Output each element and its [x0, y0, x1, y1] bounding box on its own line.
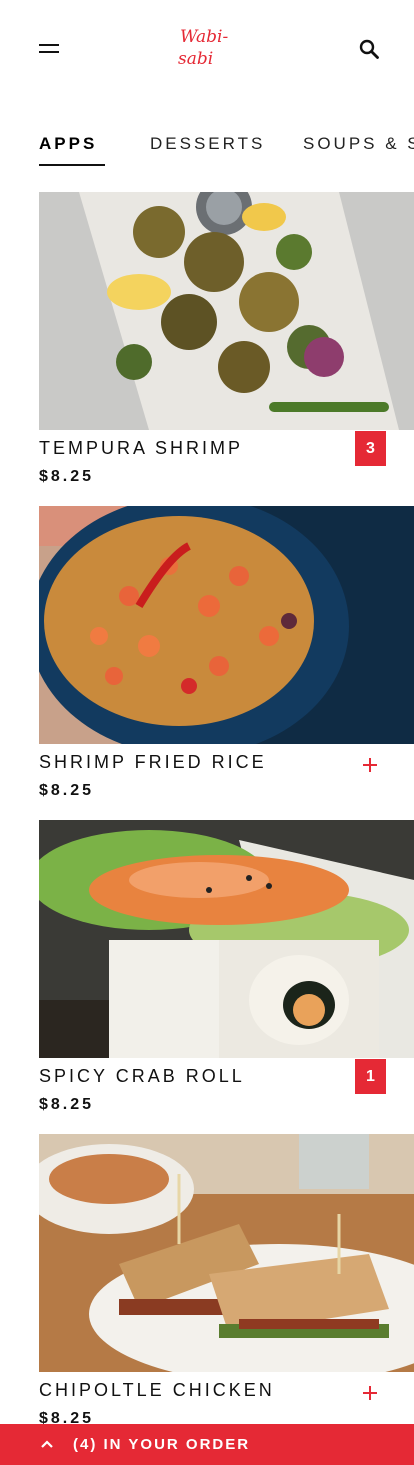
- item-price: $8.25: [39, 1096, 95, 1113]
- menu-item[interactable]: SPICY CRAB ROLL $8.25 1: [39, 820, 414, 1120]
- quantity-badge[interactable]: 3: [355, 431, 386, 466]
- menu-item[interactable]: SHRIMP FRIED RICE $8.25: [39, 506, 414, 806]
- food-image: [39, 506, 414, 744]
- app-header: Wabi- sabi: [0, 0, 414, 100]
- category-tabs: APPS DESSERTS SOUPS & S: [0, 124, 414, 168]
- menu-icon[interactable]: [39, 42, 59, 56]
- tab-soups[interactable]: SOUPS & S: [303, 134, 414, 154]
- item-name: SPICY CRAB ROLL: [39, 1066, 245, 1086]
- item-name: CHIPOLTLE CHICKEN: [39, 1380, 275, 1400]
- tab-desserts[interactable]: DESSERTS: [150, 134, 265, 154]
- menu-item[interactable]: TEMPURA SHRIMP $8.25 3: [39, 192, 414, 492]
- quantity-badge[interactable]: 1: [355, 1059, 386, 1094]
- item-name: TEMPURA SHRIMP: [39, 438, 244, 458]
- food-image: [39, 192, 414, 430]
- item-name: SHRIMP FRIED RICE: [39, 752, 267, 772]
- svg-text:Wabi-: Wabi-: [180, 27, 228, 47]
- item-price: $8.25: [39, 782, 95, 799]
- order-bar-label: (4) IN YOUR ORDER: [73, 1436, 251, 1453]
- chevron-up-icon: [39, 1437, 55, 1451]
- food-image: [39, 820, 414, 1058]
- menu-item[interactable]: CHIPOLTLE CHICKEN $8.25: [39, 1134, 414, 1434]
- item-price: $8.25: [39, 468, 95, 485]
- plus-icon[interactable]: [359, 754, 381, 776]
- tab-apps[interactable]: APPS: [39, 134, 97, 154]
- svg-text:sabi: sabi: [178, 49, 213, 69]
- logo[interactable]: Wabi- sabi: [172, 22, 242, 70]
- order-bar[interactable]: (4) IN YOUR ORDER: [0, 1424, 414, 1465]
- search-icon[interactable]: [358, 38, 380, 60]
- plus-icon[interactable]: [359, 1382, 381, 1404]
- food-image: [39, 1134, 414, 1372]
- active-tab-underline: [39, 164, 105, 166]
